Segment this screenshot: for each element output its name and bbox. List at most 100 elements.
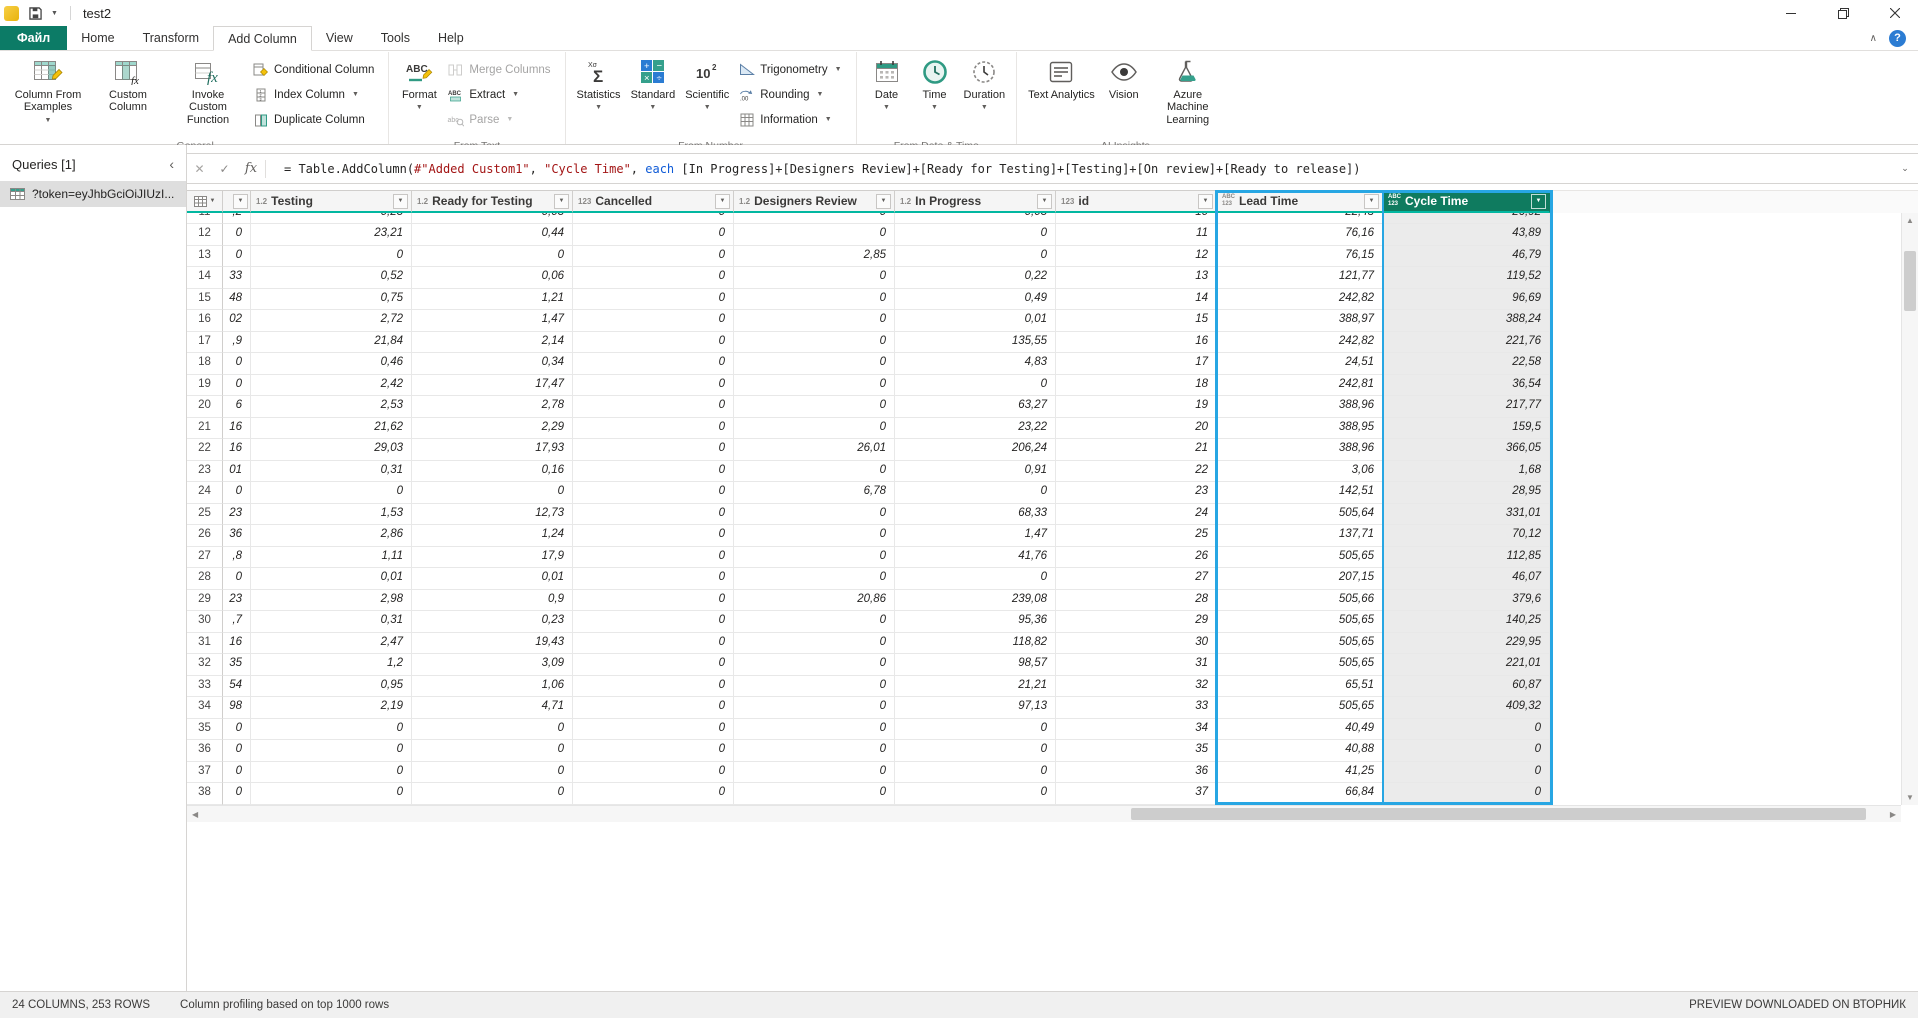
cell[interactable]: 388,97 [1217,310,1383,332]
cell[interactable]: 2,85 [734,246,895,268]
cell[interactable]: 0 [734,396,895,418]
invoke-custom-function-button[interactable]: fxInvoke Custom Function [168,55,248,139]
cell[interactable]: 0 [734,267,895,289]
cell[interactable]: 0,46 [251,353,412,375]
filter-button[interactable]: ▼ [1364,194,1379,209]
cell-clipped[interactable]: 01 [223,461,251,483]
cell[interactable]: 0 [734,461,895,483]
row-number[interactable]: 31 [187,633,223,655]
cell[interactable]: 98,57 [895,654,1056,676]
cell[interactable]: 0,06 [412,267,573,289]
row-number[interactable]: 19 [187,375,223,397]
cell[interactable]: 0 [734,525,895,547]
row-number[interactable]: 14 [187,267,223,289]
cell[interactable]: 21,62 [251,418,412,440]
cell[interactable]: 11 [1056,224,1217,246]
cell[interactable]: 4,71 [412,697,573,719]
cell-clipped[interactable]: 0 [223,246,251,268]
cell[interactable]: 19,43 [412,633,573,655]
row-number[interactable]: 23 [187,461,223,483]
cell[interactable]: 2,72 [251,310,412,332]
cell[interactable]: 0 [573,310,734,332]
tab-tools[interactable]: Tools [367,26,424,50]
cell-clipped[interactable]: 33 [223,267,251,289]
cell[interactable]: 40,88 [1217,740,1383,762]
cell[interactable]: 25 [1056,525,1217,547]
cell[interactable]: 0 [573,568,734,590]
column-header-in-progress[interactable]: 1.2In Progress▼ [895,190,1056,213]
cell[interactable]: 0 [573,418,734,440]
cell[interactable]: 0 [734,504,895,526]
filter-button[interactable]: ▼ [715,194,730,209]
cell[interactable]: 41,76 [895,547,1056,569]
column-header-designers-review[interactable]: 1.2Designers Review▼ [734,190,895,213]
cell[interactable]: 229,95 [1383,633,1550,655]
row-number[interactable]: 18 [187,353,223,375]
cell[interactable]: 505,66 [1217,590,1383,612]
cell[interactable]: 1,68 [1383,461,1550,483]
cell[interactable]: 1,21 [412,289,573,311]
cell-clipped[interactable]: 0 [223,719,251,741]
cell[interactable]: 0,9 [412,590,573,612]
cell[interactable]: 0 [573,246,734,268]
cell[interactable]: 388,24 [1383,310,1550,332]
column-header-clipped[interactable]: ▼ [223,190,251,213]
cell[interactable]: 0 [895,740,1056,762]
cell[interactable]: 0,16 [412,461,573,483]
cell[interactable]: 16 [1056,332,1217,354]
cell[interactable]: 0 [1383,783,1550,805]
cell[interactable]: 140,25 [1383,611,1550,633]
table-menu-button[interactable]: ▼ [187,190,223,213]
cell[interactable]: 2,29 [412,418,573,440]
cell[interactable]: 0,03 [895,213,1056,224]
cell[interactable]: 206,24 [895,439,1056,461]
cell[interactable]: 0,01 [251,568,412,590]
row-number[interactable]: 13 [187,246,223,268]
cell[interactable]: 0 [895,762,1056,784]
cell[interactable]: 112,85 [1383,547,1550,569]
cell[interactable]: 46,07 [1383,568,1550,590]
cell[interactable]: 2,53 [251,396,412,418]
close-button[interactable] [1872,0,1918,26]
cell[interactable]: 0,03 [412,213,573,224]
cell[interactable]: 0 [895,246,1056,268]
cell[interactable]: 0 [734,224,895,246]
column-header-ready-for-testing[interactable]: 1.2Ready for Testing▼ [412,190,573,213]
cell[interactable]: 23,21 [251,224,412,246]
cell-clipped[interactable]: 0 [223,353,251,375]
cell[interactable]: 0,01 [412,568,573,590]
cell[interactable]: 0 [573,633,734,655]
cell[interactable]: 0,22 [895,267,1056,289]
collapse-ribbon-icon[interactable]: ∧ [1870,33,1877,44]
cell[interactable]: 13 [1056,267,1217,289]
cell[interactable]: 0 [895,719,1056,741]
cell[interactable]: 20,86 [734,590,895,612]
cell[interactable]: 0 [573,332,734,354]
column-header-cycle-time[interactable]: ABC123Cycle Time▼ [1383,190,1550,213]
cell[interactable]: 96,69 [1383,289,1550,311]
cell[interactable]: 505,65 [1217,697,1383,719]
filter-button[interactable]: ▼ [1198,194,1213,209]
cell[interactable]: 6,78 [734,482,895,504]
restore-button[interactable] [1820,0,1866,26]
cell[interactable]: 23 [1056,482,1217,504]
column-header-testing[interactable]: 1.2Testing▼ [251,190,412,213]
cell[interactable]: 388,96 [1217,439,1383,461]
date-button[interactable]: Date▼ [863,55,911,139]
cell[interactable]: 0 [895,482,1056,504]
cell[interactable]: 0 [573,611,734,633]
cell[interactable]: 32 [1056,676,1217,698]
cell[interactable]: 1,53 [251,504,412,526]
index-column-button[interactable]: 123Index Column▼ [248,83,382,106]
cell-clipped[interactable]: ,2 [223,213,251,224]
cell[interactable]: 18 [1056,375,1217,397]
cell[interactable]: 331,01 [1383,504,1550,526]
cell[interactable]: 0 [573,482,734,504]
row-number[interactable]: 30 [187,611,223,633]
cell[interactable]: 242,82 [1217,332,1383,354]
cell-clipped[interactable]: 0 [223,568,251,590]
cell[interactable]: 207,15 [1217,568,1383,590]
cell[interactable]: 3,09 [412,654,573,676]
cell[interactable]: 505,64 [1217,504,1383,526]
parse-button[interactable]: abcParse▼ [443,108,558,131]
